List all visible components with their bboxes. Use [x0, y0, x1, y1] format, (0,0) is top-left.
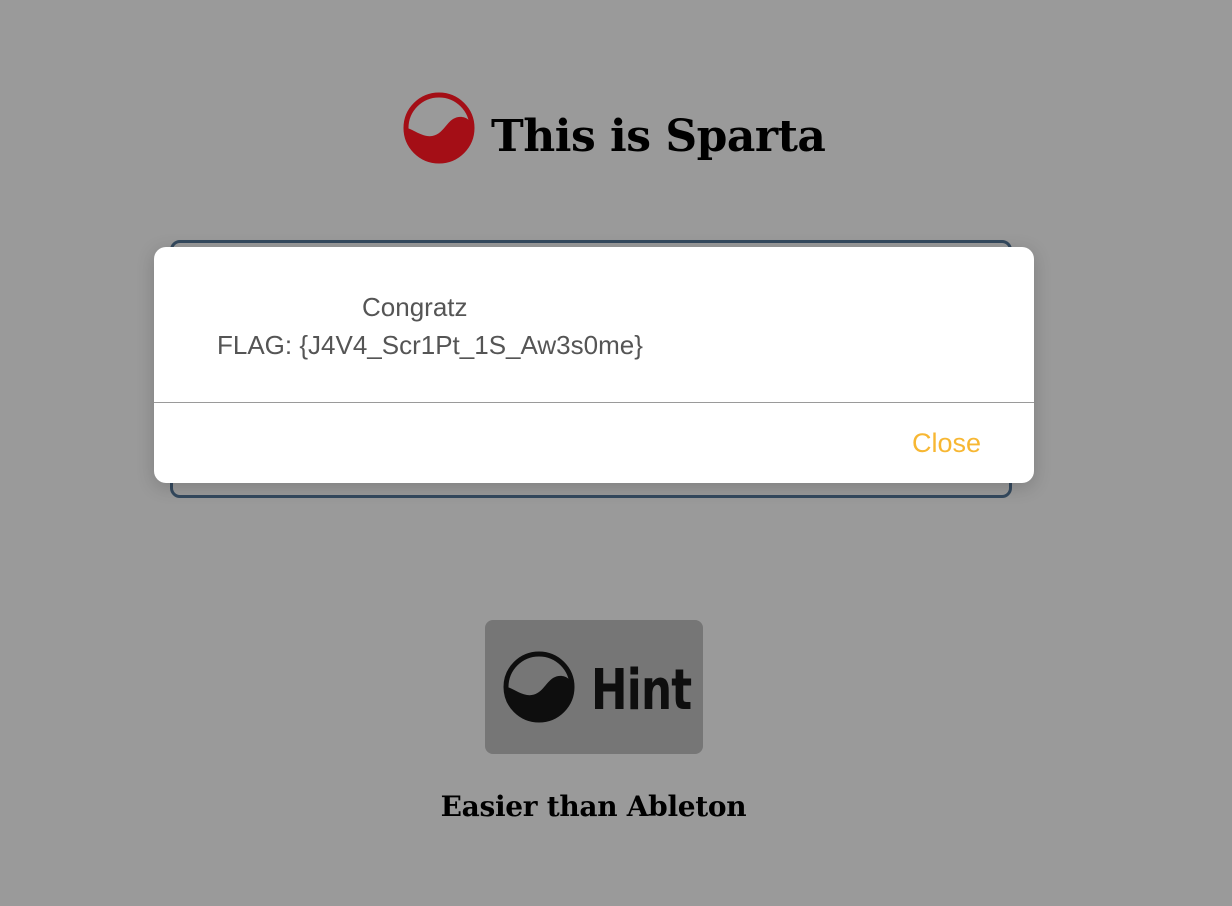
dialog-body: Congratz FLAG: {J4V4_Scr1Pt_1S_Aw3s0me} — [154, 247, 1034, 403]
alert-dialog: Congratz FLAG: {J4V4_Scr1Pt_1S_Aw3s0me} … — [154, 247, 1034, 483]
tagline: Easier than Ableton — [440, 790, 747, 823]
hint-button-label: Hint — [591, 658, 692, 723]
page: This is Sparta Congratz FLAG: {J4V4_Scr1… — [0, 0, 1232, 906]
hint-button[interactable]: Hint — [485, 620, 703, 754]
dialog-message-title: Congratz — [362, 292, 468, 322]
yin-yang-logo-icon — [503, 651, 575, 723]
page-title: This is Sparta — [491, 111, 826, 162]
header: This is Sparta — [403, 92, 826, 164]
yin-yang-logo-icon — [403, 92, 475, 164]
dialog-footer: Close — [154, 403, 1034, 483]
close-button[interactable]: Close — [912, 428, 981, 459]
dialog-message-flag: FLAG: {J4V4_Scr1Pt_1S_Aw3s0me} — [217, 330, 643, 360]
